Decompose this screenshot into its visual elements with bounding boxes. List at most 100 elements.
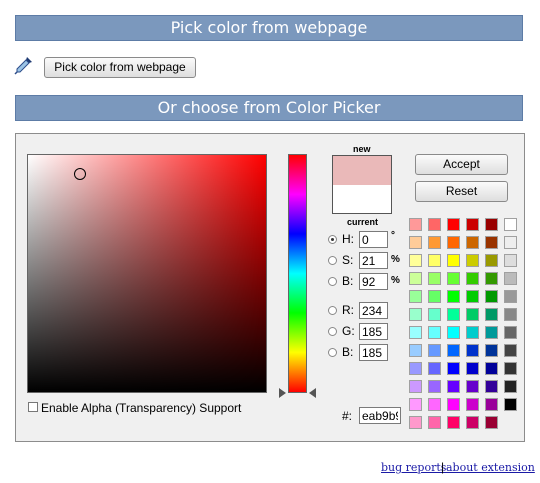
saturation-label: S:: [342, 253, 354, 267]
about-extension-link[interactable]: about extension: [446, 461, 535, 474]
palette-swatch[interactable]: [409, 254, 422, 267]
pick-from-webpage-label: Pick color from webpage: [54, 60, 186, 74]
palette-swatch[interactable]: [428, 236, 441, 249]
red-radio[interactable]: [328, 306, 337, 315]
palette-swatch[interactable]: [447, 290, 460, 303]
palette-swatch[interactable]: [485, 362, 498, 375]
palette-swatch[interactable]: [466, 326, 479, 339]
palette-swatch[interactable]: [466, 416, 479, 429]
palette-swatch[interactable]: [466, 254, 479, 267]
palette-swatch[interactable]: [504, 236, 517, 249]
pick-from-webpage-button[interactable]: Pick color from webpage: [44, 57, 196, 78]
palette-swatch[interactable]: [428, 308, 441, 321]
palette-swatch[interactable]: [428, 272, 441, 285]
palette-swatch[interactable]: [504, 254, 517, 267]
blue-input[interactable]: [359, 344, 388, 361]
palette-swatch[interactable]: [409, 362, 422, 375]
palette-swatch[interactable]: [428, 344, 441, 357]
palette-swatch[interactable]: [466, 236, 479, 249]
palette-swatch[interactable]: [504, 398, 517, 411]
hex-input[interactable]: [359, 407, 401, 424]
palette-swatch[interactable]: [485, 236, 498, 249]
blue-radio[interactable]: [328, 348, 337, 357]
palette-swatch[interactable]: [466, 380, 479, 393]
palette-swatch[interactable]: [504, 380, 517, 393]
palette-swatch[interactable]: [428, 416, 441, 429]
palette-swatch[interactable]: [447, 416, 460, 429]
hue-radio[interactable]: [328, 235, 337, 244]
palette-swatch[interactable]: [428, 398, 441, 411]
palette-swatch[interactable]: [504, 362, 517, 375]
green-input[interactable]: [359, 323, 388, 340]
hue-slider[interactable]: [288, 154, 307, 393]
palette-swatch[interactable]: [485, 254, 498, 267]
eyedropper-icon[interactable]: [14, 55, 34, 75]
red-input[interactable]: [359, 302, 388, 319]
palette-swatch[interactable]: [466, 218, 479, 231]
current-color-swatch[interactable]: [333, 184, 391, 213]
brightness-input[interactable]: [359, 273, 388, 290]
palette-swatch[interactable]: [428, 380, 441, 393]
hue-input[interactable]: [359, 231, 388, 248]
palette-swatch[interactable]: [485, 416, 498, 429]
palette-swatch[interactable]: [466, 398, 479, 411]
palette-swatch[interactable]: [409, 380, 422, 393]
color-selection-marker[interactable]: [74, 168, 86, 180]
palette-swatch[interactable]: [447, 344, 460, 357]
palette-swatch[interactable]: [485, 344, 498, 357]
alpha-checkbox[interactable]: [28, 402, 38, 412]
brightness-unit: %: [391, 275, 400, 286]
palette-swatch[interactable]: [447, 326, 460, 339]
palette-swatch[interactable]: [409, 290, 422, 303]
palette-swatch[interactable]: [447, 272, 460, 285]
palette-swatch[interactable]: [447, 308, 460, 321]
palette-swatch[interactable]: [409, 416, 422, 429]
palette-swatch[interactable]: [466, 362, 479, 375]
palette-swatch[interactable]: [447, 398, 460, 411]
palette-swatch[interactable]: [466, 344, 479, 357]
palette-swatch[interactable]: [428, 254, 441, 267]
palette-swatch[interactable]: [428, 326, 441, 339]
palette-swatch[interactable]: [409, 344, 422, 357]
saturation-brightness-field[interactable]: [27, 154, 267, 393]
palette-swatch[interactable]: [428, 218, 441, 231]
bug-reports-link[interactable]: bug reports: [381, 461, 446, 474]
palette-swatch[interactable]: [485, 308, 498, 321]
palette-swatch[interactable]: [504, 272, 517, 285]
palette-swatch[interactable]: [428, 290, 441, 303]
palette-swatch[interactable]: [485, 380, 498, 393]
palette-swatch[interactable]: [485, 326, 498, 339]
palette-swatch[interactable]: [504, 344, 517, 357]
hue-slider-right-arrow[interactable]: [309, 388, 316, 398]
brightness-radio[interactable]: [328, 277, 337, 286]
palette-swatch[interactable]: [466, 290, 479, 303]
accept-button[interactable]: Accept: [415, 154, 508, 175]
palette-swatch[interactable]: [485, 218, 498, 231]
saturation-radio[interactable]: [328, 256, 337, 265]
palette-swatch[interactable]: [409, 398, 422, 411]
palette-swatch[interactable]: [447, 218, 460, 231]
reset-button[interactable]: Reset: [415, 181, 508, 202]
green-radio[interactable]: [328, 327, 337, 336]
palette-swatch[interactable]: [485, 272, 498, 285]
palette-swatch[interactable]: [485, 398, 498, 411]
palette-swatch[interactable]: [447, 380, 460, 393]
palette-swatch[interactable]: [428, 362, 441, 375]
palette-swatch[interactable]: [485, 290, 498, 303]
palette-swatch[interactable]: [409, 326, 422, 339]
palette-swatch[interactable]: [504, 308, 517, 321]
palette-swatch[interactable]: [447, 254, 460, 267]
palette-swatch[interactable]: [409, 308, 422, 321]
palette-swatch[interactable]: [447, 236, 460, 249]
hex-label: #:: [342, 409, 353, 423]
palette-swatch[interactable]: [504, 326, 517, 339]
palette-swatch[interactable]: [409, 218, 422, 231]
palette-swatch[interactable]: [409, 236, 422, 249]
palette-swatch[interactable]: [466, 308, 479, 321]
palette-swatch[interactable]: [409, 272, 422, 285]
palette-swatch[interactable]: [447, 362, 460, 375]
palette-swatch[interactable]: [466, 272, 479, 285]
palette-swatch[interactable]: [504, 218, 517, 231]
palette-swatch[interactable]: [504, 290, 517, 303]
saturation-input[interactable]: [359, 252, 388, 269]
